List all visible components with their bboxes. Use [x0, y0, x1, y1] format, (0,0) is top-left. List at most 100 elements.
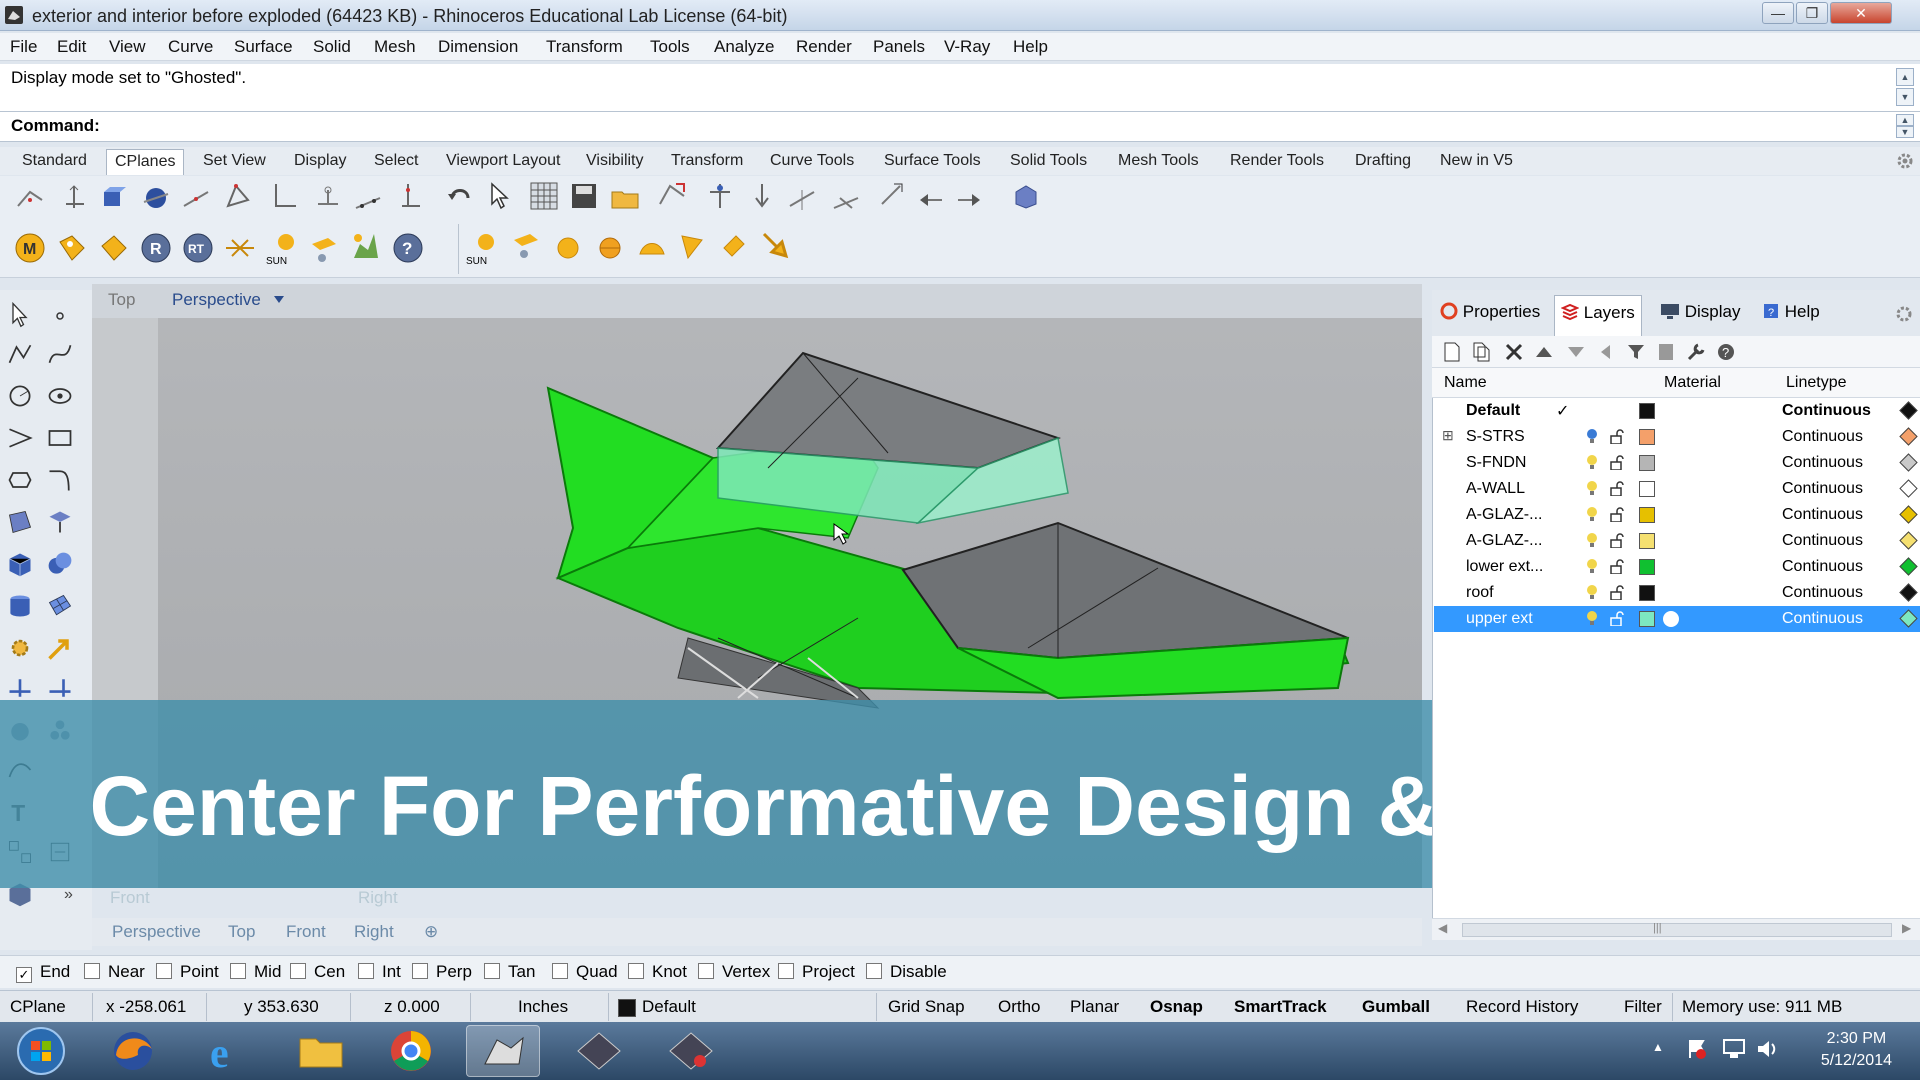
panel-tab-properties[interactable]: Properties [1440, 302, 1540, 322]
cplane-down-icon[interactable] [746, 180, 778, 212]
header-linetype[interactable]: Linetype [1786, 374, 1847, 392]
menu-transform[interactable]: Transform [546, 37, 623, 57]
menu-render[interactable]: Render [796, 37, 852, 57]
scroll-left-icon[interactable]: ◀ [1438, 921, 1447, 935]
layer-linetype[interactable]: Continuous [1782, 402, 1871, 420]
cplane-world-top-icon[interactable] [14, 182, 46, 214]
fillet-icon[interactable] [46, 466, 74, 494]
osnap-perp[interactable]: Perp [412, 962, 472, 982]
command-line[interactable]: Command: ▲ ▼ [0, 112, 1920, 142]
status-smarttrack[interactable]: SmartTrack [1234, 997, 1327, 1017]
osnap-end[interactable]: ✓ End [16, 962, 70, 983]
lightbulb-icon[interactable] [1586, 584, 1598, 600]
menu-curve[interactable]: Curve [168, 37, 213, 57]
osnap-tan-checkbox[interactable] [484, 963, 500, 979]
lightbulb-icon[interactable] [1586, 506, 1598, 522]
osnap-cen-checkbox[interactable] [290, 963, 306, 979]
cylinder-icon[interactable] [6, 592, 34, 620]
menu-solid[interactable]: Solid [313, 37, 351, 57]
menu-panels[interactable]: Panels [873, 37, 925, 57]
cplane-xaxis-icon[interactable] [268, 180, 300, 212]
layer-linetype[interactable]: Continuous [1782, 610, 1863, 628]
osnap-vertex-checkbox[interactable] [698, 963, 714, 979]
transform-gear-icon[interactable] [6, 634, 34, 662]
scroll-thumb[interactable]: ||| [1462, 922, 1892, 937]
surface-corner-icon[interactable] [6, 508, 34, 536]
menu-file[interactable]: File [10, 37, 37, 57]
layer-linetype[interactable]: Continuous [1782, 454, 1863, 472]
vray-sun-1[interactable]: SUN [266, 230, 300, 274]
osnap-int-checkbox[interactable] [358, 963, 374, 979]
layer-color-swatch[interactable] [1639, 455, 1655, 471]
unlock-icon[interactable] [1610, 585, 1624, 600]
layer-color-swatch[interactable] [1639, 481, 1655, 497]
command-history[interactable]: Display mode set to "Ghosted". ▲ ▼ [0, 64, 1920, 112]
vray-ies-light-icon[interactable] [636, 232, 668, 264]
mesh-icon[interactable] [46, 592, 74, 620]
menu-surface[interactable]: Surface [234, 37, 293, 57]
system-clock[interactable]: 2:30 PM 5/12/2014 [1821, 1028, 1892, 1072]
tab-surface-tools[interactable]: Surface Tools [884, 152, 981, 170]
layer-color-swatch[interactable] [1639, 533, 1655, 549]
viewport-top-tab[interactable]: Top [108, 290, 135, 310]
unlock-icon[interactable] [1610, 507, 1624, 522]
panel-tab-help[interactable]: ? Help [1762, 302, 1820, 322]
vp-tab-top[interactable]: Top [228, 922, 255, 942]
vray-omni-light-icon[interactable] [594, 232, 626, 264]
osnap-project[interactable]: Project [778, 962, 855, 982]
vray-light-plane-icon[interactable] [308, 232, 340, 264]
osnap-disable[interactable]: Disable [866, 962, 947, 982]
named-cplane-icon[interactable] [656, 180, 688, 212]
vp-tab-add-icon[interactable]: ⊕ [424, 922, 438, 942]
cplane-3point-icon[interactable] [222, 180, 254, 212]
osnap-vertex[interactable]: Vertex [698, 962, 770, 982]
action-center-icon[interactable] [1686, 1038, 1708, 1060]
layer-color-swatch[interactable] [1639, 429, 1655, 445]
status-cplane[interactable]: CPlane [10, 997, 66, 1017]
taskbar-explorer[interactable] [284, 1025, 358, 1077]
new-sublayer-icon[interactable] [1472, 341, 1492, 363]
layer-linetype[interactable]: Continuous [1782, 532, 1863, 550]
grid-icon[interactable] [528, 180, 560, 212]
material-sphere-icon[interactable] [1662, 610, 1680, 628]
tab-render-tools[interactable]: Render Tools [1230, 152, 1324, 170]
layer-state-icon[interactable] [1656, 342, 1676, 362]
layer-row-selected[interactable]: upper ext Continuous [1434, 606, 1920, 632]
box-icon[interactable] [6, 550, 34, 578]
point-icon[interactable] [48, 304, 72, 328]
layer-row[interactable]: Default ✓ Continuous [1434, 398, 1920, 424]
tab-mesh-tools[interactable]: Mesh Tools [1118, 152, 1199, 170]
panel-tab-display[interactable]: Display [1660, 302, 1740, 322]
vray-fur-icon[interactable] [758, 228, 790, 260]
unlock-icon[interactable] [1610, 559, 1624, 574]
minimize-button[interactable]: — [1762, 2, 1794, 24]
restore-button[interactable]: ❐ [1796, 2, 1828, 24]
osnap-disable-checkbox[interactable] [866, 963, 882, 979]
panel-tab-layers[interactable]: Layers [1554, 295, 1642, 336]
cplane-object-icon[interactable] [1010, 180, 1042, 212]
open-cplane-icon[interactable] [610, 182, 642, 214]
scale-arrow-icon[interactable] [46, 634, 74, 662]
cplane-to-object-icon[interactable] [98, 182, 130, 214]
status-planar[interactable]: Planar [1070, 997, 1119, 1017]
vray-frame-buffer-icon[interactable] [224, 232, 256, 264]
expand-icon[interactable]: ⊞ [1442, 427, 1454, 444]
lightbulb-icon[interactable] [1586, 454, 1598, 470]
vray-sphere-light-icon[interactable] [552, 232, 584, 264]
status-gumball[interactable]: Gumball [1362, 997, 1430, 1017]
taskbar-firefox[interactable] [96, 1025, 170, 1077]
vp-tab-front[interactable]: Front [286, 922, 326, 942]
menu-mesh[interactable]: Mesh [374, 37, 416, 57]
layers-help-icon[interactable]: ? [1716, 342, 1736, 362]
rectangle-icon[interactable] [46, 424, 74, 452]
tab-visibility[interactable]: Visibility [586, 152, 644, 170]
vray-render-icon[interactable]: R [140, 232, 172, 264]
cplane-vertical-icon[interactable] [396, 180, 428, 212]
print-color-icon[interactable] [1899, 609, 1918, 628]
tab-display[interactable]: Display [294, 152, 346, 170]
prev-cplane-icon[interactable] [914, 184, 946, 216]
osnap-knot[interactable]: Knot [628, 962, 687, 982]
cplane-sphere-icon[interactable] [140, 182, 172, 214]
vray-rt-render-icon[interactable]: RT [182, 232, 214, 264]
polyline-icon[interactable] [6, 340, 34, 368]
